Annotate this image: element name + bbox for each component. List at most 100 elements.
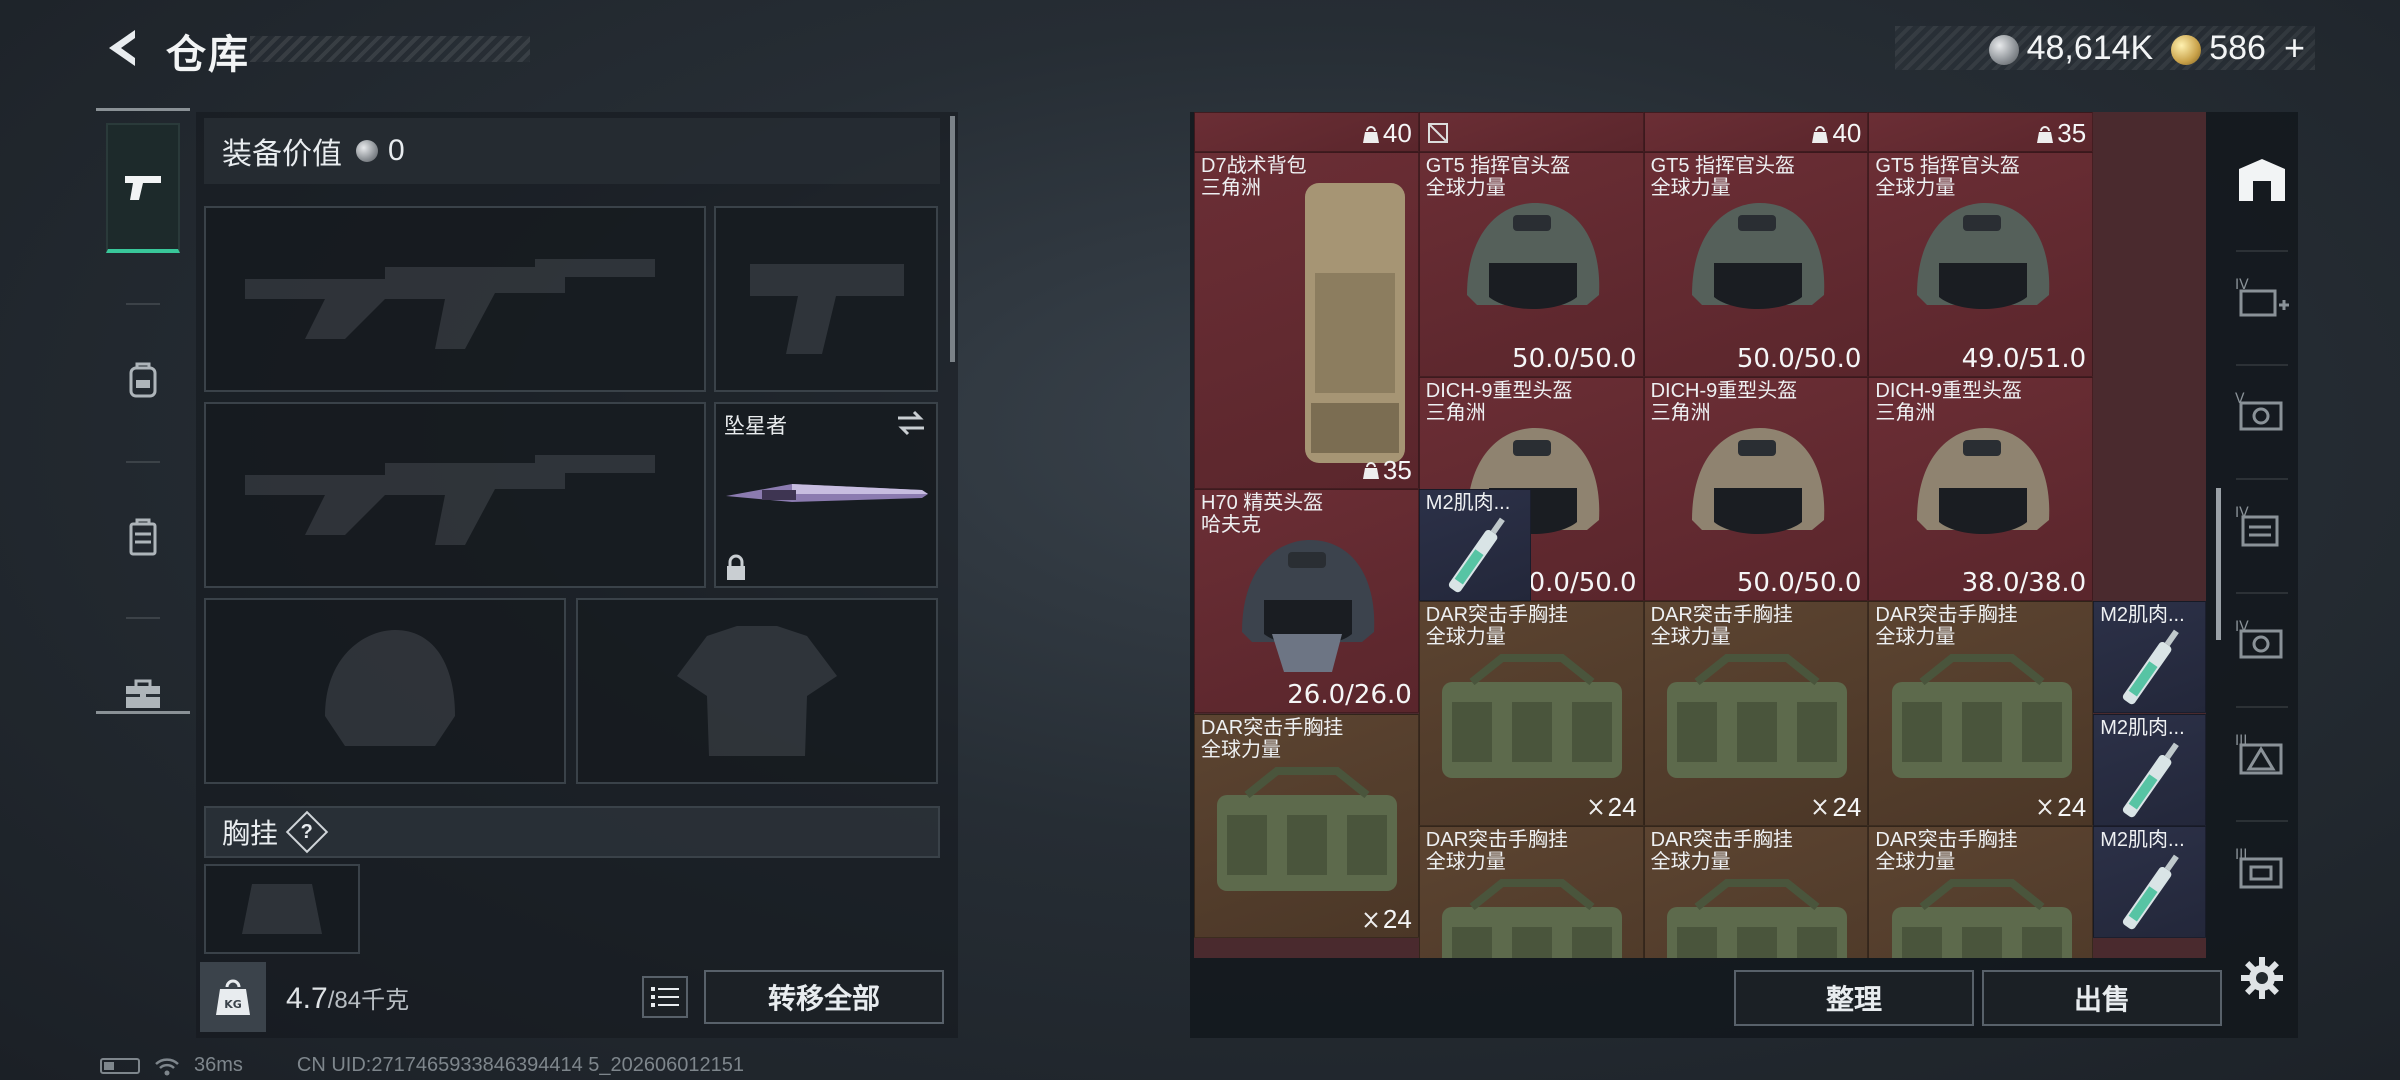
page-title: 仓库	[166, 33, 250, 77]
item-count-value: 40	[1832, 118, 1862, 148]
item-count-value: 24	[1832, 791, 1862, 822]
item-count: 35	[2037, 118, 2086, 149]
item-cell[interactable]: H70 精英头盔 哈夫克 26.0/26.0	[1194, 488, 1419, 714]
chest-rig-slot[interactable]	[204, 864, 360, 954]
tab-storage-iv-add[interactable]: IV	[2234, 270, 2290, 326]
lock-icon	[727, 554, 745, 580]
secondary-weapon-slot[interactable]	[204, 402, 706, 588]
item-cell[interactable]: DAR突击手胸挂 全球力量 24	[1643, 601, 1869, 826]
item-cell[interactable]: M2肌肉...	[2093, 601, 2206, 714]
help-button[interactable]: ?	[285, 810, 329, 854]
chest-rig-header: 胸挂 ?	[204, 806, 940, 858]
primary-weapon-slot[interactable]	[204, 206, 706, 392]
tab-storage-iv-camera[interactable]: IV	[2234, 612, 2290, 668]
item-count-value: 24	[1382, 904, 1412, 935]
storage-camera-icon: V	[2235, 391, 2283, 431]
item-name: GT5 指挥官头盔 全球力量	[1875, 155, 2020, 199]
add-currency-button[interactable]: +	[2284, 27, 2305, 69]
list-view-button[interactable]	[642, 976, 688, 1018]
item-cell[interactable]: DICH-9重型头盔 三角洲 50.0/50.0	[1643, 376, 1869, 602]
weight-small-icon	[1362, 125, 1379, 143]
item-cell[interactable]: DAR突击手胸挂 全球力量	[1868, 825, 2094, 958]
pistol-icon	[125, 176, 161, 200]
item-name: M2肌肉...	[2100, 828, 2185, 851]
pistol-slot[interactable]	[714, 206, 938, 392]
item-name: M2肌肉...	[2100, 716, 2185, 739]
item-name: DAR突击手胸挂 全球力量	[1650, 604, 1793, 649]
item-count: 24	[1588, 792, 1637, 823]
tab-weapons[interactable]	[106, 123, 180, 253]
tab-storage-iii-box[interactable]: III	[2234, 840, 2290, 896]
item-cell[interactable]: GT5 指挥官头盔 全球力量 49.0/51.0	[1868, 152, 2094, 377]
item-count: 40	[1362, 118, 1412, 149]
equipment-value: 0	[388, 134, 405, 167]
tab-backpack[interactable]	[106, 315, 180, 445]
item-durability: 49.0/51.0	[1961, 343, 2087, 374]
weight-small-icon	[2037, 125, 2054, 143]
item-cell[interactable]: DICH-9重型头盔 三角洲 38.0/38.0	[1868, 376, 2094, 602]
equipment-value-label: 装备价值	[222, 138, 342, 171]
safe-house-icon	[2239, 159, 2285, 201]
item-durability: 50.0/50.0	[1736, 568, 1862, 599]
settings-button[interactable]	[2234, 950, 2290, 1006]
slots-small-icon	[2038, 799, 2052, 815]
tab-toolbox[interactable]	[106, 629, 180, 759]
silver-coin-icon	[1988, 34, 2019, 65]
chest-rig-icon	[1442, 878, 1623, 958]
item-cell[interactable]: DAR突击手胸挂 全球力量 24	[1194, 713, 1419, 939]
partial-item-cell[interactable]: 40	[1643, 112, 1869, 152]
chest-rig-icon	[1891, 654, 2072, 779]
transfer-all-button[interactable]: 转移全部	[704, 970, 944, 1024]
weight-small-icon	[1362, 462, 1379, 480]
item-cell[interactable]: DAR突击手胸挂 全球力量 24	[1868, 601, 2094, 826]
weight-current: 4.7	[286, 982, 328, 1015]
tab-storage-main[interactable]	[2234, 152, 2290, 208]
item-name: GT5 指挥官头盔 全球力量	[1650, 155, 1796, 199]
tab-storage-v[interactable]: V	[2234, 384, 2290, 440]
carry-weight: 4.7/84千克	[286, 980, 409, 1016]
title-decoration	[250, 36, 530, 62]
slots-small-icon	[1588, 799, 1603, 815]
item-cell[interactable]: GT5 指挥官头盔 全球力量 50.0/50.0	[1643, 152, 1869, 377]
helmet-slot[interactable]	[204, 598, 566, 784]
weight-max: /84千克	[327, 987, 410, 1014]
item-cell[interactable]: M2肌肉...	[2093, 825, 2206, 939]
storage-scrollbar[interactable]	[2216, 488, 2221, 640]
partial-item-cell[interactable]	[1418, 112, 1644, 152]
partial-item-cell[interactable]: 35	[1868, 112, 2094, 152]
rifle-silhouette-icon	[245, 259, 655, 349]
chest-rig-icon	[1666, 878, 1847, 958]
item-name: DAR突击手胸挂 全球力量	[1875, 604, 2018, 649]
helmet-icon	[1916, 203, 2050, 309]
item-name: M2肌肉...	[2100, 604, 2185, 627]
item-cell[interactable]: M2肌肉...	[1418, 488, 1532, 602]
item-cell[interactable]: GT5 指挥官头盔 全球力量 50.0/50.0	[1418, 152, 1644, 377]
tab-storage-iii-warning[interactable]: III	[2234, 726, 2290, 782]
svg-text:KG: KG	[224, 998, 242, 1011]
item-count: 24	[2037, 792, 2086, 823]
item-durability: 38.0/38.0	[1961, 568, 2087, 599]
item-cell[interactable]: DAR突击手胸挂 全球力量 24	[1418, 601, 1644, 826]
item-cell[interactable]: D7战术背包 三角洲 35	[1194, 152, 1419, 489]
list-icon	[651, 987, 679, 1007]
item-cell[interactable]: M2肌肉...	[2093, 713, 2206, 826]
swap-icon[interactable]	[894, 408, 928, 438]
settings-gear-icon	[2241, 957, 2283, 999]
item-durability: 26.0/26.0	[1287, 680, 1412, 711]
tab-vest[interactable]	[106, 473, 180, 603]
item-count-value: 35	[1382, 454, 1412, 485]
storage-grid: 40 40 35 D7战术背包 三角洲 35 GT5 指挥官头盔 全球力量 50.0/50.…	[1194, 112, 2206, 958]
item-name: DAR突击手胸挂 全球力量	[1425, 828, 1569, 873]
sort-button[interactable]: 整理	[1734, 970, 1974, 1026]
sell-button[interactable]: 出售	[1982, 970, 2222, 1026]
loadout-scrollbar[interactable]	[950, 116, 955, 362]
partial-item-cell[interactable]: 40	[1194, 112, 1419, 152]
item-cell[interactable]: DAR突击手胸挂 全球力量	[1418, 825, 1644, 958]
armor-slot[interactable]	[576, 598, 938, 784]
item-cell[interactable]: DAR突击手胸挂 全球力量	[1643, 825, 1869, 958]
tab-storage-iv-docs[interactable]: IV	[2234, 498, 2290, 554]
melee-slot[interactable]: 坠星者	[714, 402, 938, 588]
rifle-silhouette-icon	[245, 455, 655, 545]
helmet-icon	[1691, 427, 1825, 534]
back-button[interactable]	[96, 22, 146, 74]
